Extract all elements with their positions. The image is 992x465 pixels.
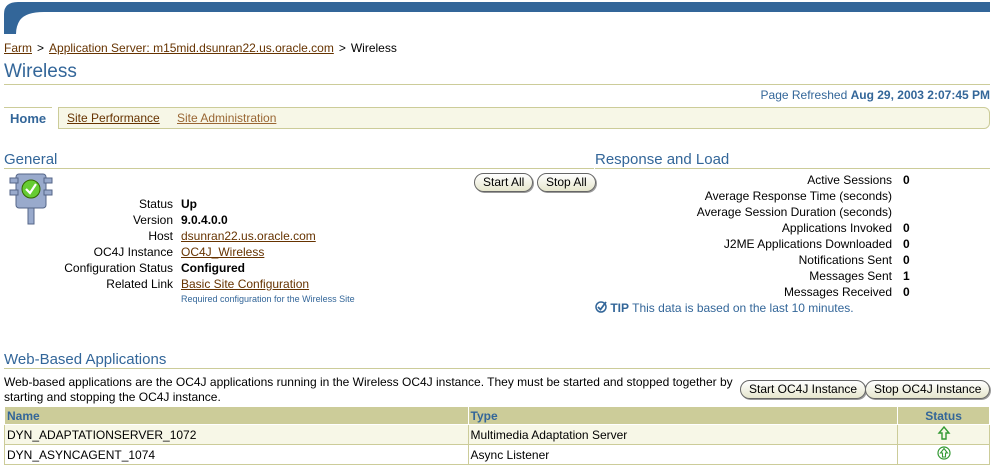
table-row: DYN_ASYNCAGENT_1074 Async Listener [4,444,990,465]
rl-row-average-response-time: Average Response Time (seconds) [704,189,892,203]
page-refreshed-value: Aug 29, 2003 2:07:45 PM [850,88,990,102]
title-divider [4,84,990,85]
page-refreshed: Page Refreshed Aug 29, 2003 2:07:45 PM [761,88,990,102]
app-name: DYN_ASYNCAGENT_1074 [4,444,469,465]
tip-text: This data is based on the last 10 minute… [632,301,854,315]
general-row-host: Host dsunran22.us.oracle.com [148,229,316,243]
rl-row-messages-received: Messages Received 0 [783,285,910,299]
app-type: Multimedia Adaptation Server [467,424,899,445]
page-title: Wireless [4,61,77,82]
tip-check-icon [595,301,607,313]
tip: TIP This data is based on the last 10 mi… [595,301,854,315]
table-row: DYN_ADAPTATIONSERVER_1072 Multimedia Ada… [4,424,990,445]
column-header-name[interactable]: Name [4,406,469,425]
general-divider [4,168,594,169]
tip-label: TIP [610,301,630,315]
start-all-button[interactable]: Start All [474,173,534,192]
general-row-version: Version 9.0.4.0.0 [132,213,228,227]
response-load-divider [595,168,990,169]
general-row-status: Status Up [138,197,197,211]
column-header-type: Type [467,406,899,425]
rl-row-messages-sent: Messages Sent 1 [809,269,910,283]
breadcrumb-current: Wireless [350,41,397,55]
general-row-oc4j-instance: OC4J Instance OC4J_Wireless [93,245,265,259]
app-type: Async Listener [467,444,899,465]
breadcrumb-separator: > [338,41,346,55]
app-status [897,444,990,465]
general-row-configuration-status: Configuration Status Configured [64,261,245,275]
web-apps-divider [4,368,990,369]
breadcrumb: Farm > Application Server: m15mid.dsunran2… [4,41,397,55]
general-row-related-link: Related Link Basic Site Configuration [106,277,310,291]
breadcrumb-separator: > [37,41,45,55]
up-arrow-icon [937,426,951,440]
web-apps-table: Name Type Status DYN_ADAPTATIONSERVER_10… [4,406,990,465]
tab-site-administration[interactable]: Site Administration [177,111,276,125]
breadcrumb-app-server-link[interactable]: Application Server: m15mid.dsunran22.us.… [49,41,334,55]
app-status [897,424,990,445]
rl-row-j2me-downloaded: J2ME Applications Downloaded 0 [723,237,910,251]
app-name: DYN_ADAPTATIONSERVER_1072 [4,424,469,445]
web-apps-description: Web-based applications are the OC4J appl… [4,375,733,404]
basic-site-configuration-link[interactable]: Basic Site Configuration [181,277,309,291]
response-load-heading: Response and Load [595,151,730,168]
page-refreshed-label: Page Refreshed [760,88,848,102]
tab-site-performance[interactable]: Site Performance [67,111,160,125]
banner-curve-graphic [4,2,990,34]
oc4j-instance-link[interactable]: OC4J_Wireless [181,245,264,259]
tab-bar: Site Performance Site Administration Hom… [4,107,990,130]
related-link-note: Required configuration for the Wireless … [181,294,355,304]
rl-row-average-session-duration: Average Session Duration (seconds) [696,205,892,219]
rl-row-applications-invoked: Applications Invoked 0 [781,221,910,235]
stop-all-button[interactable]: Stop All [537,173,596,192]
rl-row-notifications-sent: Notifications Sent 0 [798,253,910,267]
tab-strip: Site Performance Site Administration [58,107,990,129]
web-apps-heading: Web-Based Applications [4,351,167,368]
stop-oc4j-instance-button[interactable]: Stop OC4J Instance [865,380,991,399]
tab-home[interactable]: Home [4,107,53,130]
table-header-row: Name Type Status [4,406,990,425]
start-oc4j-instance-button[interactable]: Start OC4J Instance [740,380,867,399]
header-banner [4,0,990,34]
general-heading: General [4,151,58,168]
column-header-status: Status [897,406,990,425]
breadcrumb-farm-link[interactable]: Farm [4,41,32,55]
host-link[interactable]: dsunran22.us.oracle.com [181,229,316,243]
rl-row-active-sessions: Active Sessions 0 [807,173,910,187]
